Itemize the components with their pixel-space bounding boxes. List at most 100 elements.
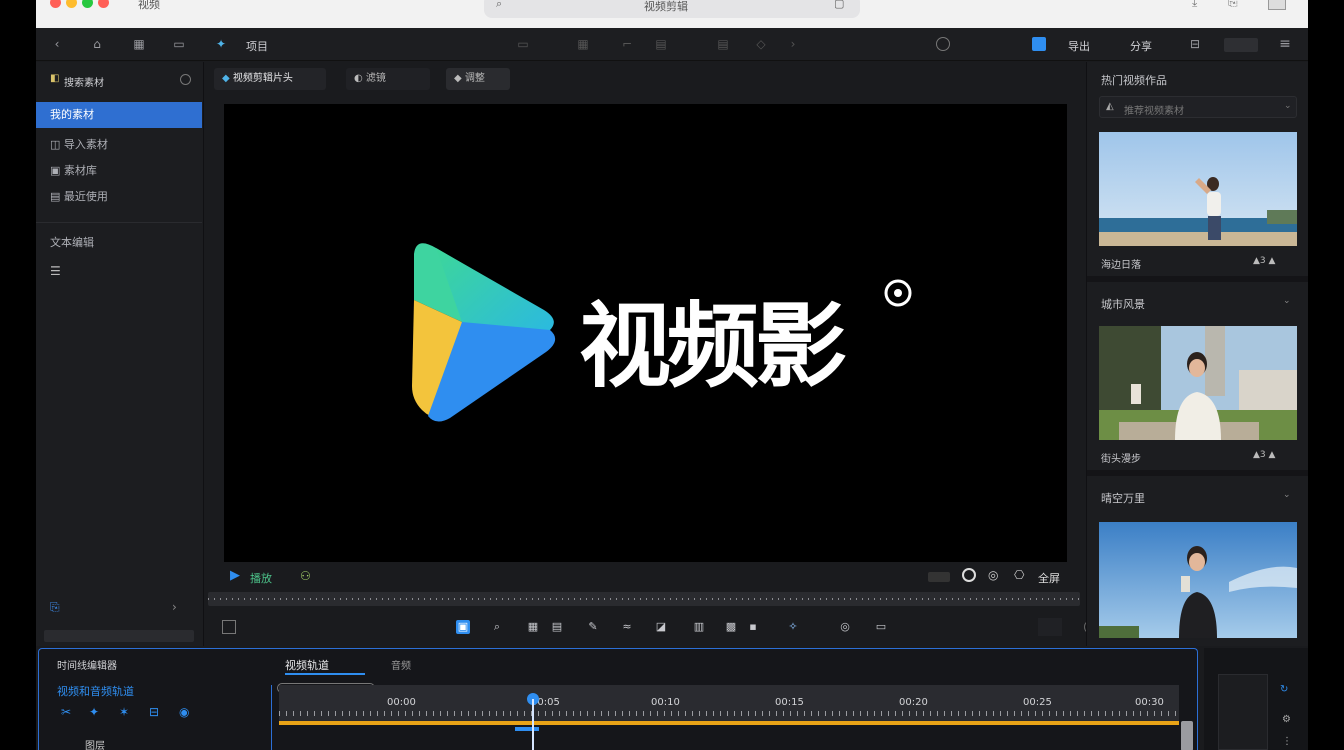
track-divider (271, 685, 272, 750)
card-meta-2: ▲3 ▲ (1253, 450, 1276, 460)
sidebar-item-library[interactable]: ▣ 素材库 (36, 158, 202, 184)
card-chevron-icon-2[interactable]: ⌄ (1283, 296, 1291, 306)
tab-adjust[interactable]: ◆ 调整 (446, 68, 510, 90)
recommend-dropdown[interactable]: ◭ 推荐视频素材 ⌄ (1099, 96, 1297, 118)
sidebar-search-label: 搜索素材 (64, 78, 104, 89)
video-thumbnail-3[interactable] (1099, 522, 1297, 638)
tab-video-track[interactable]: 视频轨道 (285, 657, 329, 673)
track-toggle-icon[interactable]: ◉ (179, 705, 189, 719)
side-settings-icon[interactable]: ⚙ (1282, 714, 1291, 725)
side-refresh-icon[interactable]: ↻ (1280, 684, 1288, 695)
tool-transition-icon[interactable]: ◪ (654, 620, 668, 634)
export-button[interactable]: 导出 (1068, 38, 1090, 54)
timeline-scrollbar[interactable] (1181, 721, 1193, 750)
tool-grid-icon[interactable]: ▦ (526, 620, 540, 634)
tool-active-icon[interactable]: ▣ (456, 620, 470, 634)
grid-icon[interactable]: ▦ (132, 37, 146, 51)
card-caption-1: 海边日落 (1101, 260, 1141, 271)
sidebar-search[interactable]: ◧ 搜索素材 (44, 70, 194, 90)
sidebar-divider (36, 222, 202, 223)
tool-mask-icon[interactable]: ◎ (838, 620, 852, 634)
folder-icon[interactable]: ▭ (172, 37, 186, 51)
playhead-line[interactable] (532, 699, 534, 750)
tab-intro[interactable]: ◆ 视频剪辑片头 (214, 68, 326, 90)
sidebar-scrollbar[interactable] (44, 630, 194, 642)
card-chevron-icon-3[interactable]: ⌄ (1283, 490, 1291, 500)
minimize-window-button[interactable] (66, 0, 77, 8)
tool-next-icon[interactable]: › (786, 37, 800, 51)
tool-sticker-icon[interactable]: ▩ (724, 620, 738, 634)
share-button[interactable]: 分享 (1130, 38, 1152, 54)
tool-music-icon[interactable]: ▪ (746, 620, 760, 634)
loop-icon[interactable]: ⚇ (300, 569, 311, 583)
video-thumbnail-1[interactable] (1099, 132, 1297, 246)
filter-icon: ◐ (354, 73, 366, 84)
side-preview-box[interactable] (1218, 674, 1268, 750)
share-color-icon[interactable] (1032, 37, 1046, 51)
play-label[interactable]: 播放 (250, 570, 272, 586)
tab-label: 滤镜 (365, 73, 386, 84)
list-icon[interactable]: ☰ (50, 264, 61, 278)
select-box-icon[interactable] (222, 620, 236, 634)
tool-copy-icon[interactable]: ▤ (654, 37, 668, 51)
download-icon[interactable]: ⤓ (1192, 0, 1197, 10)
sidebar-item-import[interactable]: ◫ 导入素材 (36, 132, 202, 158)
search-bar[interactable]: ⌕ 视频剪辑 ▢ (484, 0, 860, 18)
adjust-icon: ◆ (454, 73, 465, 84)
project-label[interactable]: 项目 (246, 38, 268, 54)
volume-bar[interactable] (928, 572, 950, 582)
zoom-icon[interactable]: ⌕ (490, 620, 504, 634)
sidebar-section-text[interactable]: 文本编辑 (36, 230, 202, 256)
menu-icon[interactable]: ≡ (1278, 37, 1292, 51)
add-asset-icon[interactable]: ⎘ (50, 600, 60, 615)
tool-effect-icon[interactable]: ✧ (786, 620, 800, 634)
dropdown-icon: ◭ (1106, 101, 1114, 112)
sidebar-item-recent[interactable]: ▤ 最近使用 (36, 184, 202, 210)
back-arrow-icon[interactable]: ‹ (50, 37, 64, 51)
record-icon[interactable] (962, 568, 976, 582)
sidebar-search-icon[interactable] (180, 74, 191, 85)
camera-icon[interactable]: ◎ (988, 568, 998, 582)
settings-circle-icon[interactable] (936, 37, 950, 51)
tool-wave-icon[interactable]: ≈ (620, 620, 634, 634)
timeline-title: 时间线编辑器 (57, 661, 117, 672)
layout-switch[interactable] (1224, 38, 1258, 52)
track-lock-icon[interactable]: ⊟ (149, 705, 159, 719)
mic-icon[interactable]: ⎔ (1014, 568, 1024, 582)
side-more-icon[interactable]: ⋮ (1282, 736, 1292, 747)
timeline-selection[interactable] (515, 727, 539, 731)
track-star-icon[interactable]: ✶ (119, 705, 129, 719)
play-icon[interactable]: ▶ (230, 568, 240, 583)
close-window-button[interactable] (50, 0, 61, 8)
tool-layout-icon[interactable]: ▤ (550, 620, 564, 634)
tool-split-icon[interactable]: ▦ (576, 37, 590, 51)
tool-transform-icon[interactable]: ◇ (754, 37, 768, 51)
clipboard-icon[interactable]: ▢ (834, 0, 844, 10)
preview-scrubber[interactable] (208, 592, 1080, 606)
track-cut-icon[interactable]: ✂ (61, 705, 71, 719)
lock-icon[interactable]: ⊟ (1188, 37, 1202, 51)
tool-paste-icon[interactable]: ▤ (716, 37, 730, 51)
tool-text-icon[interactable]: ▥ (692, 620, 706, 634)
tool-pen-icon[interactable]: ✎ (586, 620, 600, 634)
tool-cut-icon[interactable]: ▭ (516, 37, 530, 51)
sidebar-item-label: 最近使用 (63, 190, 108, 203)
track-wand-icon[interactable]: ✦ (89, 705, 99, 719)
maximize-window-button[interactable] (82, 0, 93, 8)
tool-extra-box[interactable] (1038, 618, 1062, 636)
video-preview[interactable]: 视频影 (224, 104, 1067, 562)
sidebar-toggle-icon[interactable] (1268, 0, 1286, 10)
video-thumbnail-2[interactable] (1099, 326, 1297, 440)
share-icon[interactable]: ⎘ (1228, 0, 1238, 10)
tool-caption-icon[interactable]: ▭ (874, 620, 888, 634)
fullscreen-label[interactable]: 全屏 (1038, 570, 1060, 586)
tool-crop-icon[interactable]: ⌐ (620, 37, 634, 51)
tab-filter[interactable]: ◐ 滤镜 (346, 68, 430, 90)
tab-audio[interactable]: 音频 (391, 657, 411, 672)
home-icon[interactable]: ⌂ (90, 37, 104, 51)
timeline-ruler[interactable]: 00:00 00:05 00:10 00:15 00:20 00:25 00:3… (279, 685, 1179, 721)
card-heading-2: 城市风景 (1101, 298, 1145, 311)
ruler-tick-label: 00:20 (899, 697, 928, 708)
sidebar-item-my-assets[interactable]: 我的素材 (36, 102, 202, 128)
collapse-icon[interactable]: › (172, 600, 177, 614)
